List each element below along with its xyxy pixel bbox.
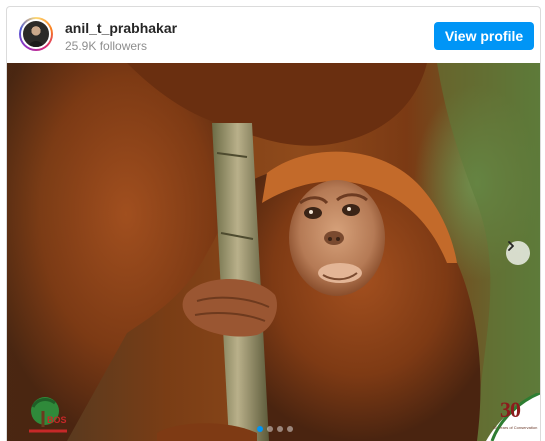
anniversary-number: 30 (500, 397, 521, 422)
carousel-dot (277, 426, 283, 432)
chevron-right-icon (508, 241, 514, 251)
carousel-dot (287, 426, 293, 432)
carousel-indicator (257, 426, 293, 432)
anniversary-badge: 30 30 Years of Conservation (486, 393, 540, 441)
post-photo[interactable]: BOS 30 30 Years of Conservation (7, 63, 540, 441)
view-profile-button[interactable]: View profile (434, 22, 534, 50)
post-header: anil_t_prabhakar 25.9K followers View pr… (7, 7, 540, 63)
next-slide-button[interactable] (506, 241, 530, 265)
carousel-dot (267, 426, 273, 432)
username[interactable]: anil_t_prabhakar (65, 20, 177, 36)
instagram-embed-card: anil_t_prabhakar 25.9K followers View pr… (6, 6, 541, 441)
svg-text:BOS: BOS (47, 415, 67, 425)
avatar-ring[interactable] (19, 17, 53, 51)
orangutan-illustration (7, 63, 540, 441)
follower-count: 25.9K followers (65, 39, 148, 53)
anniversary-caption: 30 Years of Conservation (492, 425, 538, 430)
avatar[interactable] (21, 19, 51, 49)
user-info: anil_t_prabhakar 25.9K followers (65, 20, 177, 54)
carousel-dot (257, 426, 263, 432)
